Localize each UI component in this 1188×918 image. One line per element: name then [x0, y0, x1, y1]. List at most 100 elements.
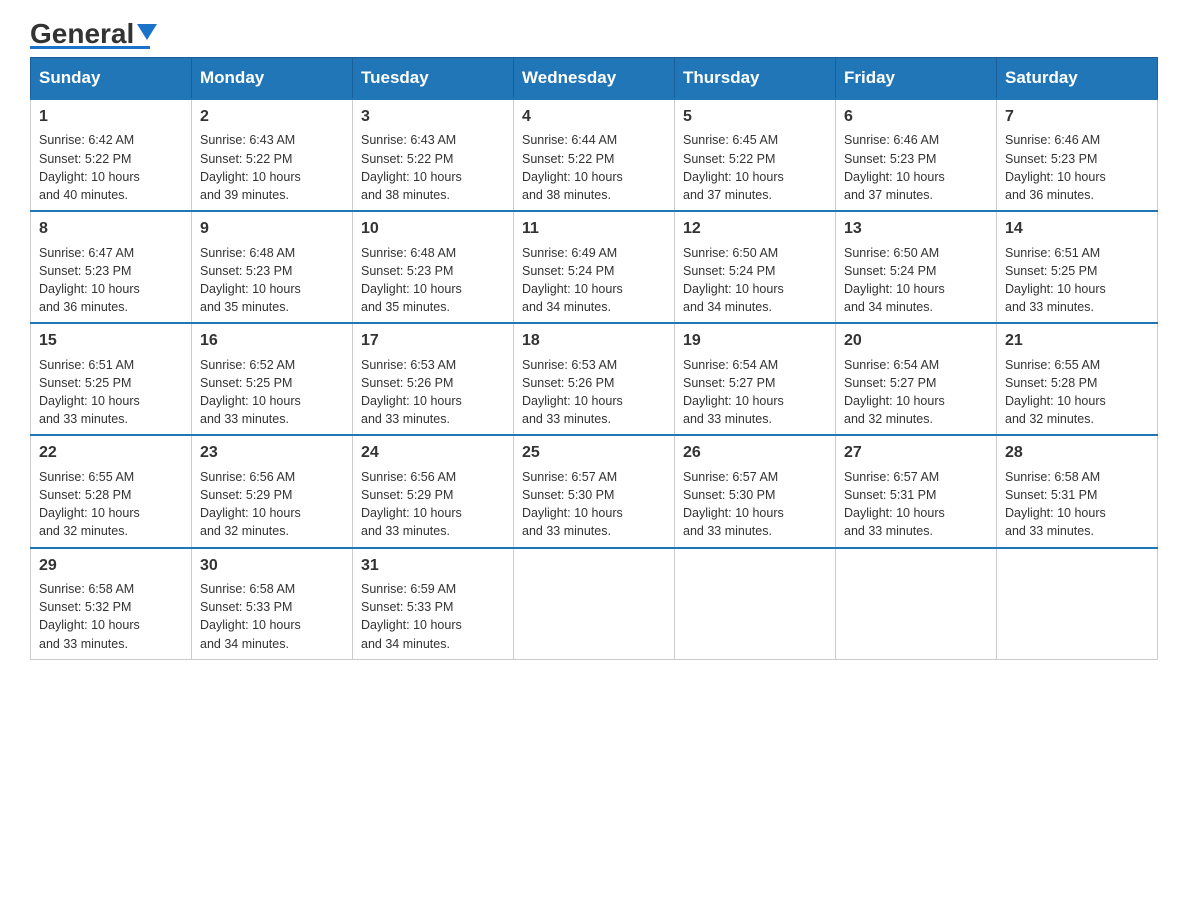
day-info: Sunrise: 6:58 AMSunset: 5:33 PMDaylight:… — [200, 582, 301, 651]
calendar-header-row: SundayMondayTuesdayWednesdayThursdayFrid… — [31, 58, 1158, 100]
calendar-week-2: 8 Sunrise: 6:47 AMSunset: 5:23 PMDayligh… — [31, 211, 1158, 323]
day-number: 28 — [1005, 442, 1149, 464]
calendar-cell — [675, 548, 836, 660]
calendar-table: SundayMondayTuesdayWednesdayThursdayFrid… — [30, 57, 1158, 660]
calendar-cell: 20 Sunrise: 6:54 AMSunset: 5:27 PMDaylig… — [836, 323, 997, 435]
calendar-cell: 12 Sunrise: 6:50 AMSunset: 5:24 PMDaylig… — [675, 211, 836, 323]
day-number: 14 — [1005, 218, 1149, 240]
day-info: Sunrise: 6:56 AMSunset: 5:29 PMDaylight:… — [200, 470, 301, 539]
day-info: Sunrise: 6:51 AMSunset: 5:25 PMDaylight:… — [39, 358, 140, 427]
day-number: 22 — [39, 442, 183, 464]
day-number: 12 — [683, 218, 827, 240]
calendar-header-thursday: Thursday — [675, 58, 836, 100]
day-info: Sunrise: 6:54 AMSunset: 5:27 PMDaylight:… — [844, 358, 945, 427]
calendar-cell: 14 Sunrise: 6:51 AMSunset: 5:25 PMDaylig… — [997, 211, 1158, 323]
calendar-header-monday: Monday — [192, 58, 353, 100]
day-number: 5 — [683, 106, 827, 128]
day-info: Sunrise: 6:58 AMSunset: 5:32 PMDaylight:… — [39, 582, 140, 651]
day-number: 19 — [683, 330, 827, 352]
day-info: Sunrise: 6:50 AMSunset: 5:24 PMDaylight:… — [844, 246, 945, 315]
calendar-header-saturday: Saturday — [997, 58, 1158, 100]
calendar-cell: 18 Sunrise: 6:53 AMSunset: 5:26 PMDaylig… — [514, 323, 675, 435]
calendar-cell: 29 Sunrise: 6:58 AMSunset: 5:32 PMDaylig… — [31, 548, 192, 660]
calendar-cell: 7 Sunrise: 6:46 AMSunset: 5:23 PMDayligh… — [997, 99, 1158, 211]
day-info: Sunrise: 6:46 AMSunset: 5:23 PMDaylight:… — [1005, 133, 1106, 202]
calendar-cell: 17 Sunrise: 6:53 AMSunset: 5:26 PMDaylig… — [353, 323, 514, 435]
day-info: Sunrise: 6:44 AMSunset: 5:22 PMDaylight:… — [522, 133, 623, 202]
day-number: 27 — [844, 442, 988, 464]
calendar-cell: 2 Sunrise: 6:43 AMSunset: 5:22 PMDayligh… — [192, 99, 353, 211]
calendar-cell: 30 Sunrise: 6:58 AMSunset: 5:33 PMDaylig… — [192, 548, 353, 660]
calendar-cell: 26 Sunrise: 6:57 AMSunset: 5:30 PMDaylig… — [675, 435, 836, 547]
calendar-cell: 6 Sunrise: 6:46 AMSunset: 5:23 PMDayligh… — [836, 99, 997, 211]
calendar-cell: 23 Sunrise: 6:56 AMSunset: 5:29 PMDaylig… — [192, 435, 353, 547]
calendar-cell: 22 Sunrise: 6:55 AMSunset: 5:28 PMDaylig… — [31, 435, 192, 547]
calendar-cell — [836, 548, 997, 660]
day-info: Sunrise: 6:50 AMSunset: 5:24 PMDaylight:… — [683, 246, 784, 315]
page-header: General — [30, 20, 1158, 47]
calendar-cell: 21 Sunrise: 6:55 AMSunset: 5:28 PMDaylig… — [997, 323, 1158, 435]
calendar-week-1: 1 Sunrise: 6:42 AMSunset: 5:22 PMDayligh… — [31, 99, 1158, 211]
calendar-cell: 31 Sunrise: 6:59 AMSunset: 5:33 PMDaylig… — [353, 548, 514, 660]
calendar-cell: 11 Sunrise: 6:49 AMSunset: 5:24 PMDaylig… — [514, 211, 675, 323]
day-number: 10 — [361, 218, 505, 240]
day-number: 23 — [200, 442, 344, 464]
day-info: Sunrise: 6:42 AMSunset: 5:22 PMDaylight:… — [39, 133, 140, 202]
logo-underline — [30, 46, 150, 49]
day-info: Sunrise: 6:48 AMSunset: 5:23 PMDaylight:… — [361, 246, 462, 315]
calendar-cell: 9 Sunrise: 6:48 AMSunset: 5:23 PMDayligh… — [192, 211, 353, 323]
calendar-cell: 16 Sunrise: 6:52 AMSunset: 5:25 PMDaylig… — [192, 323, 353, 435]
day-info: Sunrise: 6:49 AMSunset: 5:24 PMDaylight:… — [522, 246, 623, 315]
day-number: 18 — [522, 330, 666, 352]
day-info: Sunrise: 6:55 AMSunset: 5:28 PMDaylight:… — [1005, 358, 1106, 427]
calendar-cell: 8 Sunrise: 6:47 AMSunset: 5:23 PMDayligh… — [31, 211, 192, 323]
day-info: Sunrise: 6:51 AMSunset: 5:25 PMDaylight:… — [1005, 246, 1106, 315]
calendar-cell: 3 Sunrise: 6:43 AMSunset: 5:22 PMDayligh… — [353, 99, 514, 211]
day-info: Sunrise: 6:43 AMSunset: 5:22 PMDaylight:… — [361, 133, 462, 202]
day-info: Sunrise: 6:48 AMSunset: 5:23 PMDaylight:… — [200, 246, 301, 315]
day-number: 11 — [522, 218, 666, 240]
calendar-header-sunday: Sunday — [31, 58, 192, 100]
day-number: 15 — [39, 330, 183, 352]
day-number: 26 — [683, 442, 827, 464]
day-info: Sunrise: 6:57 AMSunset: 5:31 PMDaylight:… — [844, 470, 945, 539]
calendar-cell: 28 Sunrise: 6:58 AMSunset: 5:31 PMDaylig… — [997, 435, 1158, 547]
calendar-header-wednesday: Wednesday — [514, 58, 675, 100]
day-info: Sunrise: 6:47 AMSunset: 5:23 PMDaylight:… — [39, 246, 140, 315]
day-number: 13 — [844, 218, 988, 240]
day-number: 30 — [200, 555, 344, 577]
calendar-cell: 15 Sunrise: 6:51 AMSunset: 5:25 PMDaylig… — [31, 323, 192, 435]
calendar-week-5: 29 Sunrise: 6:58 AMSunset: 5:32 PMDaylig… — [31, 548, 1158, 660]
day-info: Sunrise: 6:57 AMSunset: 5:30 PMDaylight:… — [522, 470, 623, 539]
calendar-cell — [997, 548, 1158, 660]
day-number: 21 — [1005, 330, 1149, 352]
day-number: 9 — [200, 218, 344, 240]
day-info: Sunrise: 6:46 AMSunset: 5:23 PMDaylight:… — [844, 133, 945, 202]
calendar-cell: 25 Sunrise: 6:57 AMSunset: 5:30 PMDaylig… — [514, 435, 675, 547]
calendar-cell: 27 Sunrise: 6:57 AMSunset: 5:31 PMDaylig… — [836, 435, 997, 547]
calendar-week-4: 22 Sunrise: 6:55 AMSunset: 5:28 PMDaylig… — [31, 435, 1158, 547]
day-number: 16 — [200, 330, 344, 352]
day-number: 6 — [844, 106, 988, 128]
calendar-week-3: 15 Sunrise: 6:51 AMSunset: 5:25 PMDaylig… — [31, 323, 1158, 435]
day-number: 3 — [361, 106, 505, 128]
day-number: 17 — [361, 330, 505, 352]
day-info: Sunrise: 6:53 AMSunset: 5:26 PMDaylight:… — [361, 358, 462, 427]
day-number: 7 — [1005, 106, 1149, 128]
calendar-cell: 10 Sunrise: 6:48 AMSunset: 5:23 PMDaylig… — [353, 211, 514, 323]
day-info: Sunrise: 6:57 AMSunset: 5:30 PMDaylight:… — [683, 470, 784, 539]
calendar-cell: 5 Sunrise: 6:45 AMSunset: 5:22 PMDayligh… — [675, 99, 836, 211]
day-info: Sunrise: 6:58 AMSunset: 5:31 PMDaylight:… — [1005, 470, 1106, 539]
day-number: 24 — [361, 442, 505, 464]
day-info: Sunrise: 6:54 AMSunset: 5:27 PMDaylight:… — [683, 358, 784, 427]
day-info: Sunrise: 6:55 AMSunset: 5:28 PMDaylight:… — [39, 470, 140, 539]
calendar-header-friday: Friday — [836, 58, 997, 100]
day-number: 2 — [200, 106, 344, 128]
day-info: Sunrise: 6:43 AMSunset: 5:22 PMDaylight:… — [200, 133, 301, 202]
calendar-cell: 24 Sunrise: 6:56 AMSunset: 5:29 PMDaylig… — [353, 435, 514, 547]
calendar-cell — [514, 548, 675, 660]
calendar-cell: 1 Sunrise: 6:42 AMSunset: 5:22 PMDayligh… — [31, 99, 192, 211]
day-info: Sunrise: 6:59 AMSunset: 5:33 PMDaylight:… — [361, 582, 462, 651]
logo-triangle-icon — [137, 24, 157, 40]
day-number: 1 — [39, 106, 183, 128]
